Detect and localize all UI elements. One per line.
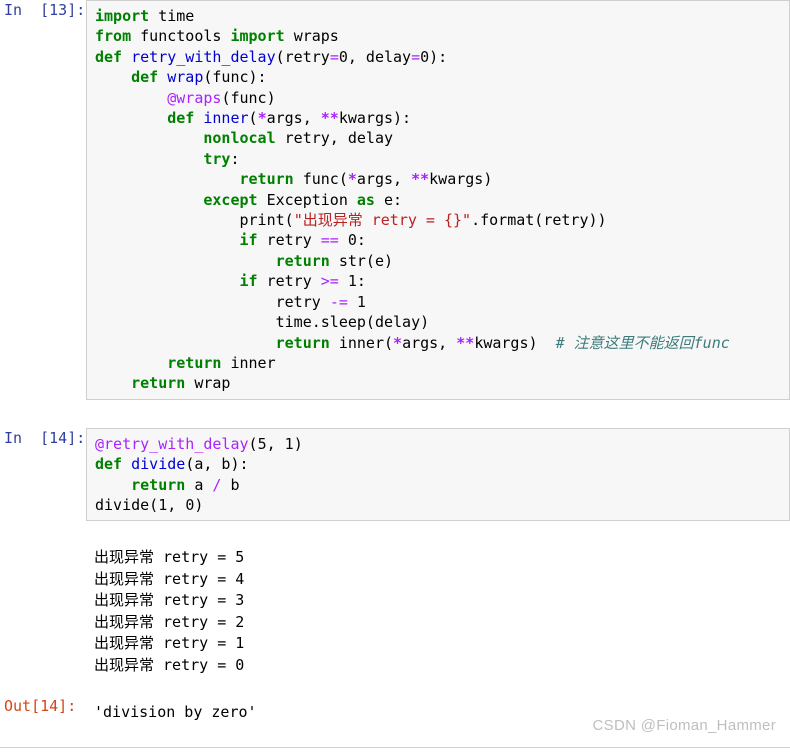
stdout-output-row: 出现异常 retry = 5 出现异常 retry = 4 出现异常 retry… [0, 541, 790, 683]
code-cell-14[interactable]: In [14]: @retry_with_delay(5, 1) def div… [0, 427, 790, 522]
bottom-divider [0, 747, 790, 748]
code-cell-13[interactable]: In [13]: import time from functools impo… [0, 0, 790, 400]
cell-spacer-1 [0, 400, 790, 428]
stdout-output: 出现异常 retry = 5 出现异常 retry = 4 出现异常 retry… [86, 541, 790, 683]
code-editor-14[interactable]: @retry_with_delay(5, 1) def divide(a, b)… [86, 427, 790, 522]
stdout-line: 出现异常 retry = 0 [94, 655, 245, 674]
stdout-line: 出现异常 retry = 5 [94, 548, 245, 567]
code-editor-13[interactable]: import time from functools import wraps … [86, 0, 790, 400]
input-prompt-13: In [13]: [4, 1, 86, 19]
output-prompt-14: Out[14]: [4, 697, 77, 716]
stdout-line: 出现异常 retry = 1 [94, 634, 245, 653]
source-code-13: import time from functools import wraps … [95, 7, 730, 393]
input-prompt-14: In [14]: [4, 428, 86, 447]
stdout-line: 出现异常 retry = 3 [94, 591, 245, 610]
stdout-line: 出现异常 retry = 4 [94, 569, 245, 588]
source-code-14: @retry_with_delay(5, 1) def divide(a, b)… [95, 434, 303, 514]
result-spacer [0, 682, 790, 696]
output-spacer [0, 521, 790, 541]
csdn-watermark: CSDN @Fioman_Hammer [592, 717, 776, 734]
jupyter-notebook: In [13]: import time from functools impo… [0, 0, 790, 752]
stdout-line: 出现异常 retry = 2 [94, 612, 245, 631]
